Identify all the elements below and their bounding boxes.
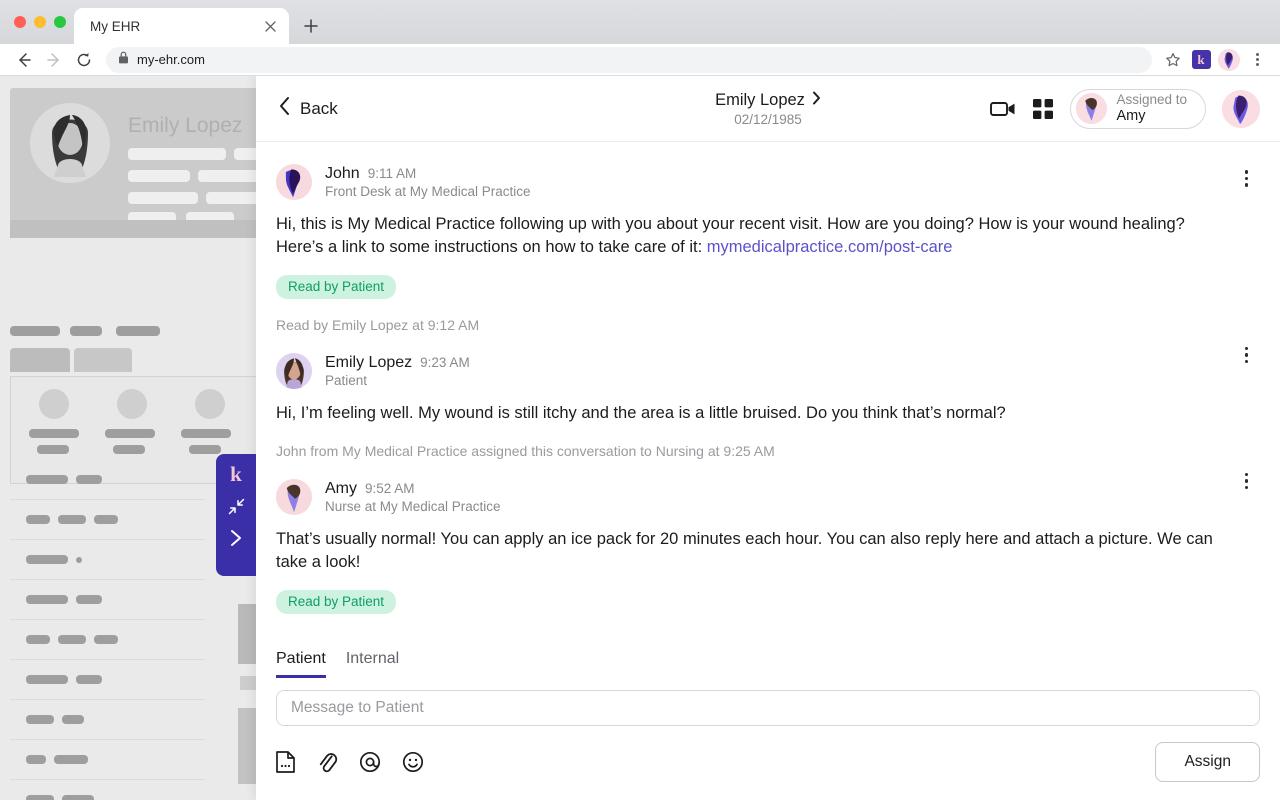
maximize-window-button[interactable] <box>54 16 66 28</box>
assigned-to-value: Amy <box>1116 108 1187 125</box>
composer-actions: Assign <box>276 742 1260 782</box>
page-viewport: Emily Lopez <box>0 76 1280 800</box>
paperclip-attachment-icon[interactable] <box>316 751 338 773</box>
list-item <box>10 460 205 500</box>
assign-button[interactable]: Assign <box>1155 742 1260 782</box>
patient-name-button[interactable]: Emily Lopez <box>715 91 821 110</box>
user-avatar[interactable] <box>1222 90 1260 128</box>
message-item: Emily Lopez 9:23 AM Patient Hi, I’m feel… <box>276 333 1260 459</box>
conversation-panel: Back Emily Lopez 02/12/1985 <box>256 76 1280 800</box>
message-author: Amy <box>325 480 357 498</box>
list-item <box>10 620 205 660</box>
mention-at-icon[interactable] <box>359 751 381 773</box>
message-time: 9:52 AM <box>365 481 415 496</box>
avatar-amy <box>1076 93 1107 124</box>
message-body: Hi, this is My Medical Practice followin… <box>276 213 1220 259</box>
patient-name: Emily Lopez <box>715 91 805 110</box>
read-receipt: Read by Emily Lopez at 9:12 AM <box>276 317 1220 333</box>
background-patient-avatar <box>30 103 110 183</box>
browser-tab[interactable]: My EHR <box>74 8 289 44</box>
message-composer: Patient Internal Message to Patient <box>256 636 1280 800</box>
assigned-to-button[interactable]: Assigned to Amy <box>1070 89 1206 129</box>
star-icon[interactable] <box>1160 47 1186 73</box>
avatar-emily <box>276 353 312 389</box>
message-role: Nurse at My Medical Practice <box>325 499 501 514</box>
chevron-right-icon[interactable] <box>228 528 244 548</box>
browser-tab-title: My EHR <box>90 19 253 34</box>
status-badge: Read by Patient <box>276 590 396 614</box>
message-author: Emily Lopez <box>325 354 412 372</box>
composer-tabs: Patient Internal <box>276 646 1260 678</box>
close-icon[interactable] <box>261 17 279 35</box>
message-role: Patient <box>325 373 470 388</box>
list-item <box>10 700 205 740</box>
message-body: Hi, I’m feeling well. My wound is still … <box>276 402 1220 425</box>
browser-window: My EHR my-ehr.com k <box>0 0 1280 800</box>
patient-dob: 02/12/1985 <box>734 112 802 127</box>
chevron-right-icon <box>812 91 821 110</box>
minimize-window-button[interactable] <box>34 16 46 28</box>
background-patient-name: Emily Lopez <box>128 114 242 138</box>
close-window-button[interactable] <box>14 16 26 28</box>
address-bar-url: my-ehr.com <box>137 52 205 67</box>
list-item <box>10 580 205 620</box>
message-author: John <box>325 165 360 183</box>
collapse-arrows-icon[interactable] <box>227 497 246 516</box>
list-item <box>10 500 205 540</box>
address-bar[interactable]: my-ehr.com <box>106 47 1152 73</box>
status-badge: Read by Patient <box>276 275 396 299</box>
list-item <box>10 740 205 780</box>
avatar-john <box>276 164 312 200</box>
lock-icon <box>118 51 129 69</box>
tab-patient[interactable]: Patient <box>276 646 326 678</box>
back-button[interactable]: Back <box>278 96 338 121</box>
list-item <box>10 540 205 580</box>
video-camera-icon[interactable] <box>990 100 1016 118</box>
browser-toolbar: my-ehr.com k <box>0 44 1280 76</box>
emoji-smiley-icon[interactable] <box>402 751 424 773</box>
message-thread[interactable]: John 9:11 AM Front Desk at My Medical Pr… <box>256 142 1280 636</box>
message-item: Amy 9:52 AM Nurse at My Medical Practice… <box>276 459 1260 614</box>
header-actions: Assigned to Amy <box>990 89 1260 129</box>
avatar-art <box>1218 49 1240 71</box>
message-link[interactable]: mymedicalpractice.com/post-care <box>707 238 953 256</box>
avatar-amy <box>276 479 312 515</box>
list-item <box>10 780 205 800</box>
profile-avatar[interactable] <box>1216 47 1242 73</box>
back-button-label: Back <box>300 99 338 119</box>
plus-icon[interactable] <box>297 12 325 40</box>
template-document-icon[interactable] <box>276 751 295 773</box>
tab-internal[interactable]: Internal <box>346 646 399 678</box>
list-item <box>10 660 205 700</box>
extension-k-label: k <box>1192 50 1211 69</box>
k-widget-tab[interactable]: k <box>216 454 256 576</box>
k-logo-icon: k <box>230 464 242 485</box>
message-time: 9:23 AM <box>420 355 470 370</box>
chevron-left-icon <box>278 96 291 121</box>
message-input[interactable]: Message to Patient <box>276 690 1260 726</box>
kebab-menu-icon[interactable] <box>1241 166 1253 191</box>
message-item: John 9:11 AM Front Desk at My Medical Pr… <box>276 156 1260 333</box>
system-note: John from My Medical Practice assigned t… <box>276 443 1220 459</box>
app-header: Back Emily Lopez 02/12/1985 <box>256 76 1280 142</box>
kebab-menu-icon[interactable] <box>1241 343 1253 368</box>
browser-tab-strip: My EHR <box>0 0 1280 44</box>
assigned-to-label: Assigned to <box>1116 92 1187 108</box>
message-time: 9:11 AM <box>368 166 417 181</box>
kebab-menu-icon[interactable] <box>1244 47 1270 73</box>
extension-k-icon[interactable]: k <box>1188 47 1214 73</box>
window-traffic-lights <box>12 0 74 44</box>
message-body: That’s usually normal! You can apply an … <box>276 528 1220 574</box>
arrow-left-icon[interactable] <box>10 46 38 74</box>
arrow-right-icon <box>40 46 68 74</box>
message-role: Front Desk at My Medical Practice <box>325 184 531 199</box>
reload-icon[interactable] <box>70 46 98 74</box>
grid-apps-icon[interactable] <box>1032 98 1054 120</box>
kebab-menu-icon[interactable] <box>1241 469 1253 494</box>
